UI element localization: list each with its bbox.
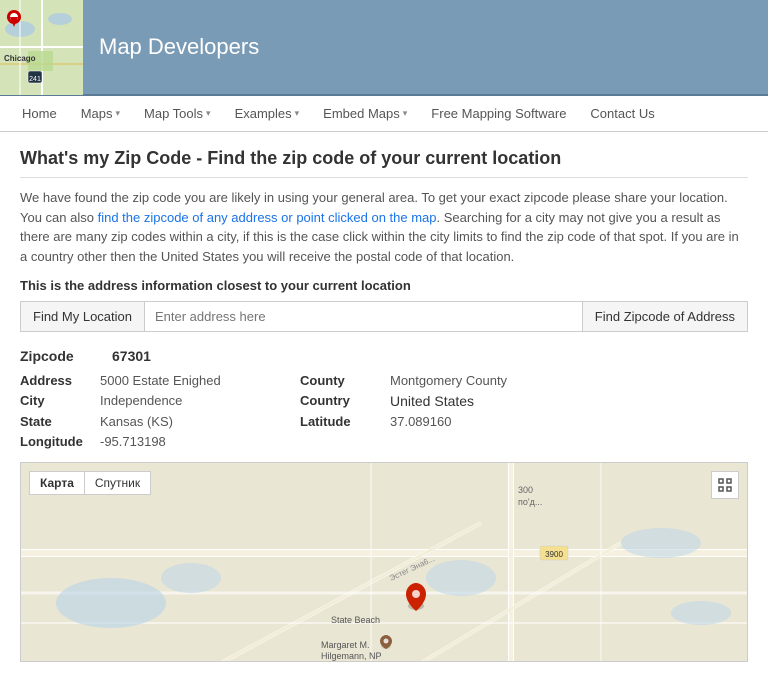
nav-map-tools-arrow: ▾ (206, 108, 211, 119)
svg-text:Chicago: Chicago (4, 54, 36, 63)
header-brand: Map Developers (83, 34, 768, 60)
nav-map-tools[interactable]: Map Tools ▾ (132, 98, 223, 129)
svg-text:State Beach: State Beach (331, 615, 380, 625)
page-title: What's my Zip Code - Find the zip code o… (20, 148, 748, 178)
county-value: Montgomery County (390, 372, 748, 389)
longitude-label: Longitude (20, 433, 100, 450)
country-label: Country (300, 392, 390, 410)
city-value: Independence (100, 392, 300, 410)
longitude-value: -95.713198 (100, 433, 300, 450)
nav-contact-us[interactable]: Contact Us (578, 98, 666, 129)
fullscreen-button[interactable] (711, 471, 739, 499)
country-value: United States (390, 392, 748, 410)
latitude-value: 37.089160 (390, 413, 748, 430)
satellite-view-button[interactable]: Спутник (84, 471, 151, 495)
info-grid: Address 5000 Estate Enighed County Montg… (20, 372, 748, 450)
find-location-button[interactable]: Find My Location (21, 302, 145, 331)
address-value: 5000 Estate Enighed (100, 372, 300, 389)
svg-text:по'д...: по'д... (518, 497, 542, 507)
svg-text:241: 241 (29, 76, 41, 83)
nav-examples[interactable]: Examples ▾ (223, 98, 312, 129)
city-label: City (20, 392, 100, 410)
zipcode-row: Zipcode 67301 (20, 348, 748, 364)
nav-free-mapping[interactable]: Free Mapping Software (419, 98, 578, 129)
nav-embed-maps-arrow: ▾ (403, 108, 408, 119)
brand-title: Map Developers (99, 34, 259, 60)
map-controls: Карта Спутник (29, 471, 151, 495)
nav-home[interactable]: Home (10, 98, 69, 129)
zipcode-label: Zipcode (20, 348, 100, 364)
search-row: Find My Location Find Zipcode of Address (20, 301, 748, 332)
map-container[interactable]: Карта Спутник (20, 462, 748, 662)
header-map-thumbnail: Chicago 241 (0, 0, 83, 95)
address-input[interactable] (145, 302, 582, 331)
svg-text:Margaret M.: Margaret M. (321, 640, 370, 650)
description-text: We have found the zip code you are likel… (20, 188, 748, 266)
latitude-label: Latitude (300, 413, 390, 430)
find-zipcode-link[interactable]: find the zipcode of any address or point… (98, 210, 437, 225)
nav-maps[interactable]: Maps ▾ (69, 98, 132, 129)
state-label: State (20, 413, 100, 430)
state-value: Kansas (KS) (100, 413, 300, 430)
section-label: This is the address information closest … (20, 278, 748, 293)
main-content: What's my Zip Code - Find the zip code o… (0, 132, 768, 678)
nav-examples-arrow: ▾ (295, 108, 300, 119)
find-zipcode-button[interactable]: Find Zipcode of Address (582, 302, 747, 331)
main-nav: Home Maps ▾ Map Tools ▾ Examples ▾ Embed… (0, 96, 768, 132)
county-label: County (300, 372, 390, 389)
address-label: Address (20, 372, 100, 389)
nav-maps-arrow: ▾ (115, 108, 120, 119)
nav-embed-maps[interactable]: Embed Maps ▾ (311, 98, 419, 129)
info-section: Zipcode 67301 Address 5000 Estate Enighe… (20, 348, 748, 450)
map-view-button[interactable]: Карта (29, 471, 84, 495)
svg-text:3900: 3900 (545, 550, 563, 559)
header: Chicago 241 Map Developers (0, 0, 768, 96)
svg-text:300: 300 (518, 485, 533, 495)
zipcode-value: 67301 (112, 348, 151, 364)
svg-text:Hilgemann, NP: Hilgemann, NP (321, 651, 382, 661)
